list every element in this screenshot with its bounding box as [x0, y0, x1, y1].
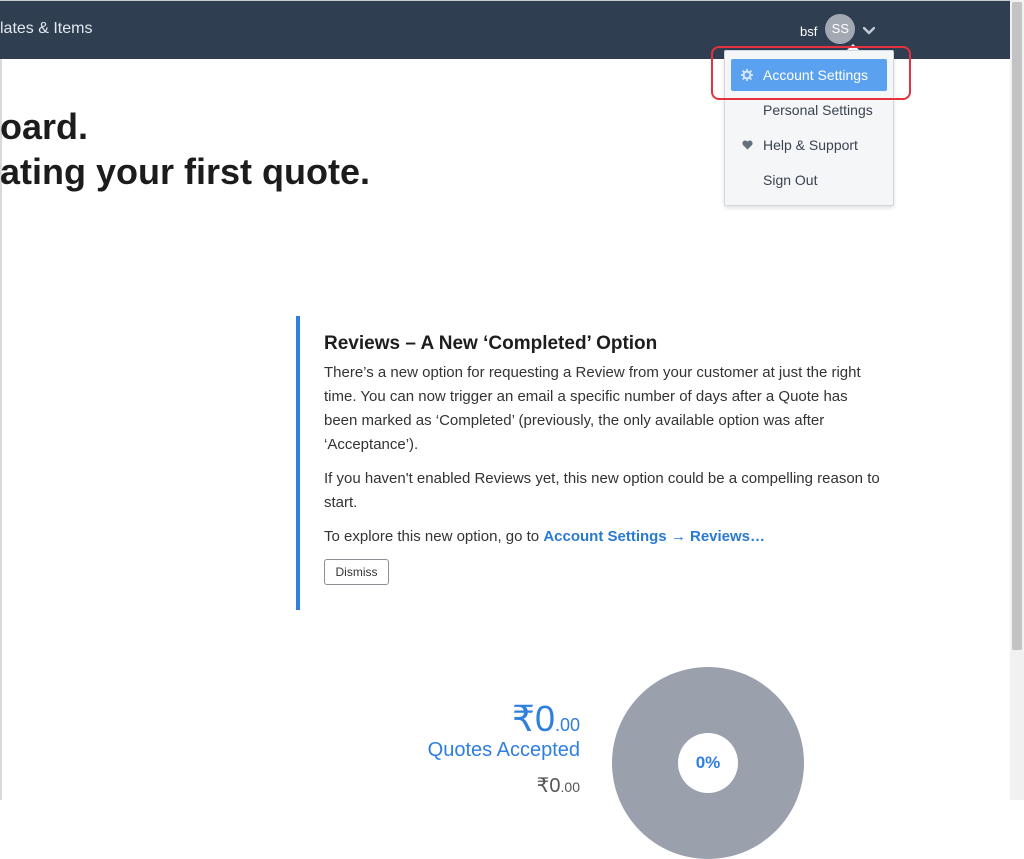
- scrollbar-thumb[interactable]: [1012, 2, 1022, 650]
- announcement-text: To explore this new option, go to: [324, 528, 544, 545]
- nav-item-templates-items[interactable]: lates & Items: [0, 20, 92, 38]
- menu-item-label: Help & Support: [763, 137, 858, 153]
- user-name: bsf: [800, 24, 818, 39]
- amount-decimal: .00: [554, 715, 580, 735]
- amount-decimal: .00: [560, 779, 580, 795]
- menu-item-label: Sign Out: [763, 172, 818, 188]
- secondary-amount: ₹0.00: [537, 773, 580, 798]
- chevron-down-icon: [863, 22, 876, 40]
- announcement-panel: Reviews – A New ‘Completed’ Option There…: [296, 316, 890, 610]
- user-menu-toggle[interactable]: bsf SS: [800, 13, 876, 45]
- highlight-box: [711, 46, 911, 100]
- announcement-title: Reviews – A New ‘Completed’ Option: [324, 333, 658, 354]
- dismiss-button[interactable]: Dismiss: [324, 559, 389, 585]
- account-settings-reviews-link[interactable]: Account Settings → Reviews…: [543, 528, 765, 545]
- currency-symbol: ₹: [536, 775, 550, 797]
- heart-icon: [739, 140, 755, 150]
- menu-item-label: Personal Settings: [763, 102, 873, 118]
- menu-item-sign-out[interactable]: Sign Out: [731, 164, 887, 196]
- accepted-amount: ₹0.00: [512, 698, 580, 740]
- acceptance-percent: 0%: [678, 733, 738, 793]
- menu-item-help-support[interactable]: Help & Support: [731, 129, 887, 161]
- currency-symbol: ₹: [512, 698, 535, 739]
- welcome-heading-line1: oard.: [0, 106, 89, 147]
- welcome-heading-line2: ating your first quote.: [0, 151, 371, 192]
- quotes-accepted-link[interactable]: Quotes Accepted: [428, 739, 580, 762]
- avatar: SS: [825, 13, 856, 44]
- amount-whole: 0: [534, 698, 555, 739]
- welcome-heading: oard. ating your first quote.: [0, 104, 370, 194]
- announcement-paragraph: To explore this new option, go to Accoun…: [324, 525, 884, 549]
- announcement-paragraph: There’s a new option for requesting a Re…: [324, 364, 861, 453]
- amount-whole: 0: [549, 775, 561, 797]
- announcement-paragraph: If you haven't enabled Reviews yet, this…: [324, 470, 880, 511]
